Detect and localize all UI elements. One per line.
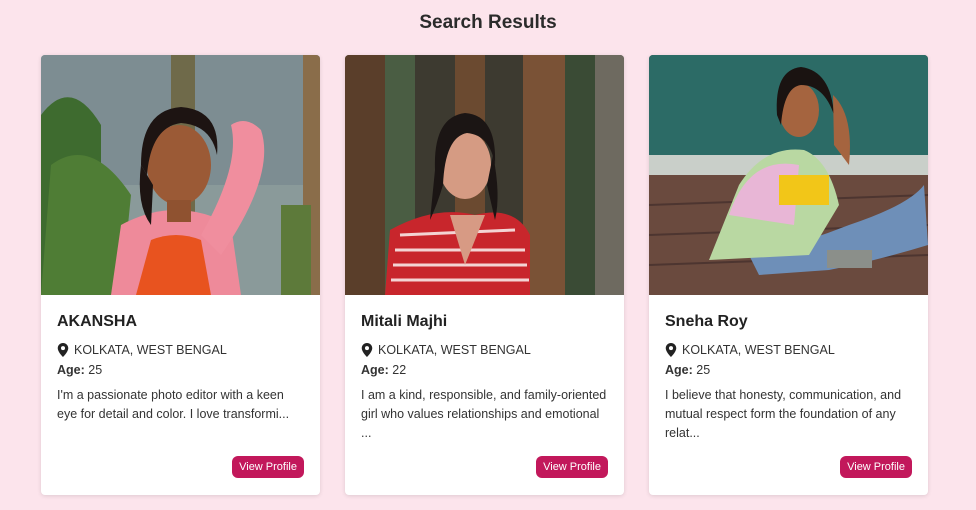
profile-location: KOLKATA, WEST BENGAL [361,343,608,357]
page-title: Search Results [419,12,557,33]
age-value: 25 [88,363,103,377]
location-text: KOLKATA, WEST BENGAL [74,343,227,357]
profile-photo[interactable] [41,55,320,295]
age-label: Age: [361,363,389,377]
age-label: Age: [57,363,85,377]
profile-bio: I'm a passionate photo editor with a kee… [57,388,290,421]
profile-name: AKANSHA [57,313,137,330]
location-text: KOLKATA, WEST BENGAL [682,343,835,357]
profile-bio: I am a kind, responsible, and family-ori… [361,388,607,440]
location-pin-icon [361,343,373,357]
location-pin-icon [665,343,677,357]
view-profile-button[interactable]: View Profile [536,456,608,478]
age-label: Age: [665,363,693,377]
profile-age: Age: 25 [57,363,304,377]
profile-bio: I believe that honesty, communication, a… [665,388,902,440]
profile-card: Mitali Majhi KOLKATA, WEST BENGAL Age: 2… [345,55,624,495]
profile-age: Age: 22 [361,363,608,377]
profile-location: KOLKATA, WEST BENGAL [665,343,912,357]
view-profile-button[interactable]: View Profile [232,456,304,478]
profile-card: AKANSHA KOLKATA, WEST BENGAL Age: 25 I'm… [41,55,320,495]
results-grid: AKANSHA KOLKATA, WEST BENGAL Age: 25 I'm… [41,55,941,495]
location-pin-icon [57,343,69,357]
profile-name: Mitali Majhi [361,313,448,330]
view-profile-button[interactable]: View Profile [840,456,912,478]
profile-location: KOLKATA, WEST BENGAL [57,343,304,357]
age-value: 25 [696,363,711,377]
profile-photo[interactable] [345,55,624,295]
profile-photo[interactable] [649,55,928,295]
profile-age: Age: 25 [665,363,912,377]
profile-card: Sneha Roy KOLKATA, WEST BENGAL Age: 25 I… [649,55,928,495]
location-text: KOLKATA, WEST BENGAL [378,343,531,357]
age-value: 22 [392,363,407,377]
profile-name: Sneha Roy [665,313,748,330]
